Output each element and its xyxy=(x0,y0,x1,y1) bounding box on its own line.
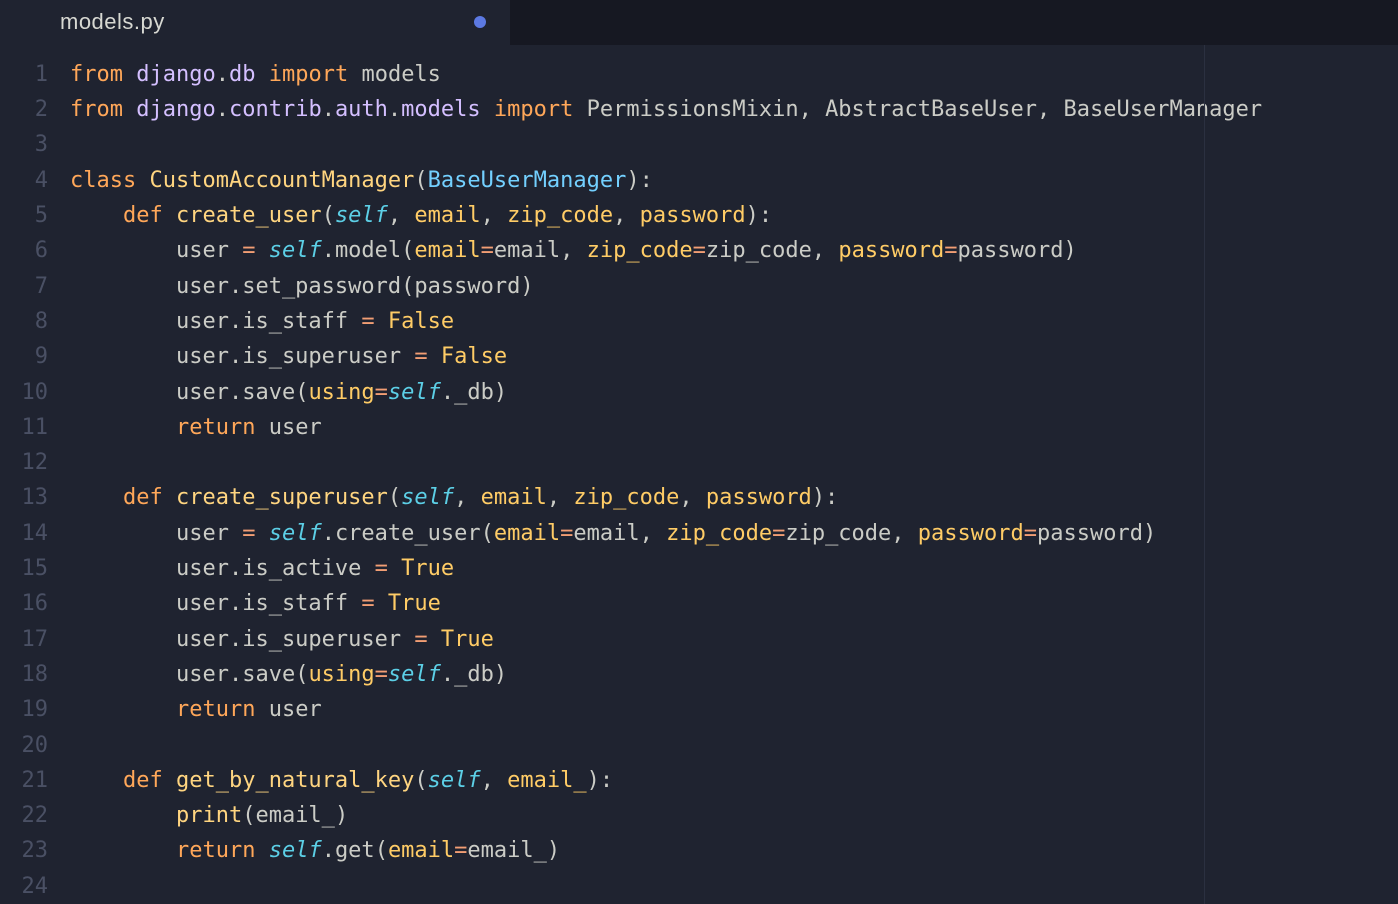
code-line[interactable]: from django.contrib.auth.models import P… xyxy=(70,92,1262,127)
line-number-gutter: 123456789101112131415161718192021222324 xyxy=(0,45,54,904)
line-number: 18 xyxy=(0,657,54,692)
tab-filename: models.py xyxy=(60,9,165,35)
tab-bar: models.py xyxy=(0,0,1398,45)
line-number: 3 xyxy=(0,127,54,162)
tab-models-py[interactable]: models.py xyxy=(0,0,510,45)
code-line[interactable]: def create_user(self, email, zip_code, p… xyxy=(70,198,1262,233)
code-line[interactable]: from django.db import models xyxy=(70,57,1262,92)
code-line[interactable] xyxy=(70,869,1262,904)
code-line[interactable]: user = self.model(email=email, zip_code=… xyxy=(70,233,1262,268)
modified-indicator-icon xyxy=(474,16,486,28)
line-number: 14 xyxy=(0,516,54,551)
line-number: 17 xyxy=(0,622,54,657)
code-line[interactable]: user.set_password(password) xyxy=(70,269,1262,304)
code-line[interactable]: def get_by_natural_key(self, email_): xyxy=(70,763,1262,798)
code-line[interactable]: user.save(using=self._db) xyxy=(70,375,1262,410)
code-line[interactable]: return user xyxy=(70,410,1262,445)
line-number: 13 xyxy=(0,480,54,515)
line-number: 9 xyxy=(0,339,54,374)
line-number: 15 xyxy=(0,551,54,586)
code-area[interactable]: 123456789101112131415161718192021222324 … xyxy=(0,45,1398,904)
code-line[interactable]: user.save(using=self._db) xyxy=(70,657,1262,692)
line-number: 4 xyxy=(0,163,54,198)
line-number: 21 xyxy=(0,763,54,798)
line-number: 20 xyxy=(0,728,54,763)
line-number: 23 xyxy=(0,833,54,868)
code-line[interactable]: user.is_superuser = True xyxy=(70,622,1262,657)
line-number: 7 xyxy=(0,269,54,304)
code-line[interactable]: user.is_staff = False xyxy=(70,304,1262,339)
line-number: 19 xyxy=(0,692,54,727)
line-number: 12 xyxy=(0,445,54,480)
code-line[interactable]: return self.get(email=email_) xyxy=(70,833,1262,868)
code-line[interactable] xyxy=(70,445,1262,480)
line-number: 8 xyxy=(0,304,54,339)
code-line[interactable]: user.is_active = True xyxy=(70,551,1262,586)
line-number: 24 xyxy=(0,869,54,904)
code-line[interactable] xyxy=(70,728,1262,763)
line-number: 11 xyxy=(0,410,54,445)
code-line[interactable]: def create_superuser(self, email, zip_co… xyxy=(70,480,1262,515)
code-content[interactable]: from django.db import modelsfrom django.… xyxy=(54,45,1262,904)
code-line[interactable] xyxy=(70,127,1262,162)
code-line[interactable]: return user xyxy=(70,692,1262,727)
ruler-line xyxy=(1204,45,1205,904)
line-number: 6 xyxy=(0,233,54,268)
line-number: 5 xyxy=(0,198,54,233)
line-number: 16 xyxy=(0,586,54,621)
code-line[interactable]: print(email_) xyxy=(70,798,1262,833)
line-number: 2 xyxy=(0,92,54,127)
editor-root: models.py 123456789101112131415161718192… xyxy=(0,0,1398,904)
code-line[interactable]: user.is_superuser = False xyxy=(70,339,1262,374)
code-line[interactable]: class CustomAccountManager(BaseUserManag… xyxy=(70,163,1262,198)
code-line[interactable]: user = self.create_user(email=email, zip… xyxy=(70,516,1262,551)
line-number: 10 xyxy=(0,375,54,410)
code-line[interactable]: user.is_staff = True xyxy=(70,586,1262,621)
line-number: 1 xyxy=(0,57,54,92)
line-number: 22 xyxy=(0,798,54,833)
